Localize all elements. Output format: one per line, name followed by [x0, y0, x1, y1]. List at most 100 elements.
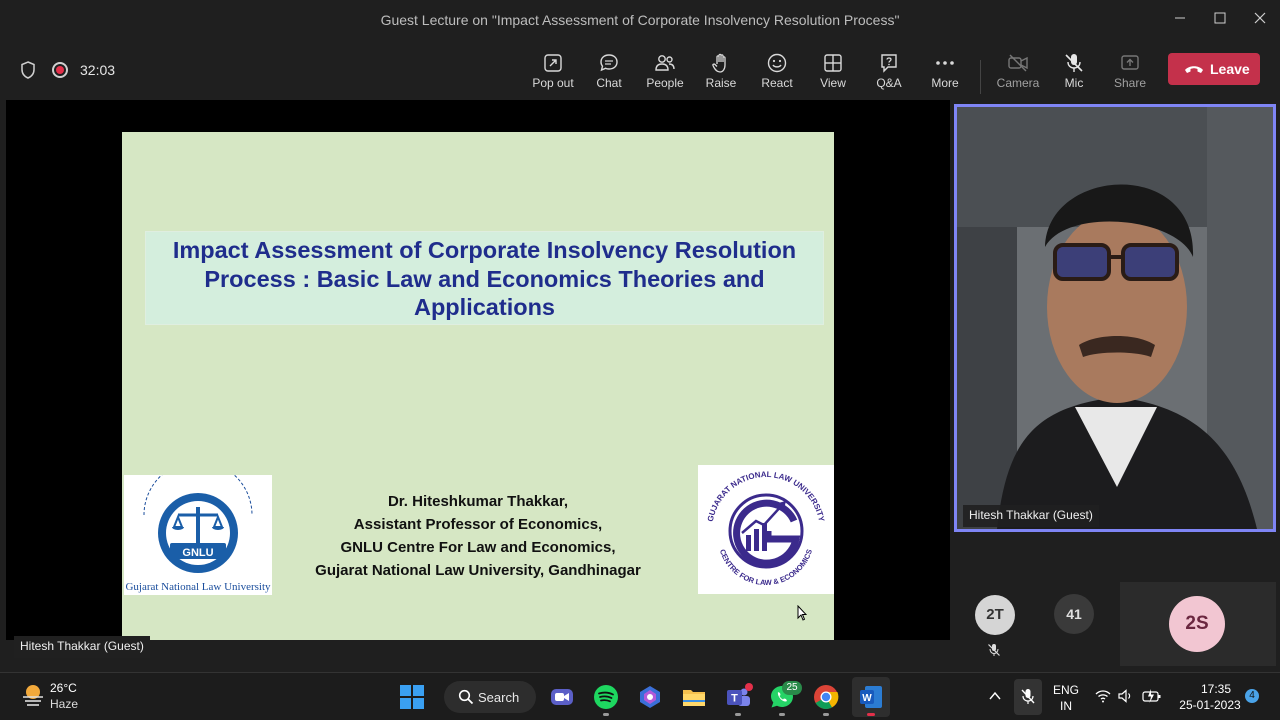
share-button[interactable]: Share [1102, 48, 1158, 94]
gnlu-acronym: GNLU [182, 547, 213, 559]
minimize-icon[interactable] [1168, 8, 1192, 32]
battery-charging-icon[interactable] [1142, 688, 1162, 704]
share-label: Share [1113, 76, 1147, 90]
people-label: People [646, 76, 684, 90]
haze-sun-icon [23, 685, 43, 706]
title-bar: Guest Lecture on "Impact Assessment of C… [0, 0, 1280, 40]
gnlu-logo: GNLU Gujarat National Law University [124, 460, 272, 595]
search-label: Search [478, 690, 520, 705]
slide-title-line: Process : Basic Law and Economics Theori… [204, 265, 765, 292]
wifi-icon[interactable] [1095, 689, 1111, 703]
windows-taskbar: 26°C Haze Search T 25 W ENG IN 17:35 25-… [0, 672, 1280, 720]
notification-count-badge[interactable]: 4 [1245, 689, 1259, 703]
shield-icon [21, 61, 35, 79]
react-button[interactable]: React [749, 48, 805, 94]
whatsapp-unread-badge: 25 [782, 681, 802, 695]
chrome-icon[interactable] [813, 684, 839, 710]
running-indicator [867, 713, 875, 716]
pop-out-label: Pop out [532, 76, 574, 90]
more-icon [936, 61, 954, 65]
camera-off-icon [1008, 54, 1028, 72]
copilot-icon[interactable] [637, 684, 663, 710]
file-explorer-icon[interactable] [681, 684, 707, 710]
slide-title-line: Applications [413, 294, 555, 320]
slide-title: Impact Assessment of Corporate Insolvenc… [146, 236, 823, 322]
pop-out-button[interactable]: Pop out [525, 48, 581, 94]
raise-label: Raise [705, 76, 737, 90]
participant-video-feed [957, 107, 1273, 529]
mic-button[interactable]: Mic [1046, 48, 1102, 94]
more-button[interactable]: More [917, 48, 973, 94]
mic-label: Mic [1064, 76, 1084, 90]
author-line: Dr. Hiteshkumar Thakkar, [387, 493, 569, 510]
language-region: IN [1060, 699, 1072, 713]
pop-out-icon [544, 54, 562, 72]
participant-name-tag: Hitesh Thakkar (Guest) [963, 505, 1099, 527]
close-icon[interactable] [1248, 8, 1272, 32]
author-line: Assistant Professor of Economics, [353, 516, 603, 533]
clock-date: 25-01-2023 [1179, 698, 1241, 712]
spotify-icon[interactable] [593, 684, 619, 710]
taskbar-search[interactable]: Search [444, 681, 536, 713]
word-icon[interactable]: W [858, 684, 884, 710]
hand-icon [712, 53, 726, 73]
mic-muted-icon [988, 644, 1000, 656]
running-indicator [603, 713, 609, 716]
view-button[interactable]: View [805, 48, 861, 94]
mic-off-icon [1065, 54, 1083, 72]
search-icon [458, 689, 474, 705]
meet-camera-icon[interactable] [549, 684, 575, 710]
language-code[interactable]: ENG [1052, 683, 1080, 697]
smiley-icon [767, 53, 787, 73]
view-label: View [820, 76, 846, 90]
speaker-icon[interactable] [1118, 689, 1134, 703]
weather-condition: Haze [50, 697, 79, 711]
raise-hand-button[interactable]: Raise [693, 48, 749, 94]
leave-button[interactable]: Leave [1168, 53, 1260, 85]
running-indicator [823, 713, 829, 716]
weather-temperature: 26°C [50, 681, 77, 695]
qa-button[interactable]: Q&A [861, 48, 917, 94]
teams-notification-dot [745, 683, 753, 691]
mic-muted-tray-icon[interactable] [1020, 688, 1036, 706]
participant-avatar[interactable]: 2T [975, 595, 1015, 635]
share-icon [1121, 55, 1139, 70]
running-indicator [735, 713, 741, 716]
phone-hangup-icon [1185, 66, 1203, 73]
chat-button[interactable]: Chat [581, 48, 637, 94]
slide-author-block: Dr. Hiteshkumar Thakkar, Assistant Profe… [272, 490, 684, 582]
gnlu-emblem-icon: GNLU [143, 460, 253, 573]
gnlu-logo-caption: Gujarat National Law University [125, 581, 271, 593]
windows-start-icon[interactable] [399, 684, 425, 710]
author-line: Gujarat National Law University, Gandhin… [315, 562, 641, 579]
people-icon [655, 55, 675, 71]
chat-label: Chat [596, 76, 622, 90]
slide-title-box: Impact Assessment of Corporate Insolvenc… [146, 232, 823, 324]
window-title: Guest Lecture on "Impact Assessment of C… [380, 12, 900, 28]
meeting-toolbar: 32:03 Pop out Chat People Raise React Vi… [0, 40, 1280, 100]
leave-label: Leave [1210, 61, 1250, 77]
meeting-timer: 32:03 [80, 62, 116, 78]
react-label: React [761, 76, 793, 90]
people-button[interactable]: People [637, 48, 693, 94]
chevron-up-icon[interactable] [989, 691, 1001, 701]
presentation-slide: Impact Assessment of Corporate Insolvenc… [122, 132, 834, 640]
slide-title-line: Impact Assessment of Corporate Insolvenc… [172, 237, 797, 263]
toolbar-separator [980, 60, 981, 94]
svg-text:W: W [862, 693, 872, 704]
centre-law-economics-logo: GUJARAT NATIONAL LAW UNIVERSITY CENTRE F… [698, 465, 834, 594]
presenter-name-tag: Hitesh Thakkar (Guest) [14, 636, 150, 658]
centre-emblem-icon: GUJARAT NATIONAL LAW UNIVERSITY CENTRE F… [706, 470, 826, 587]
more-label: More [931, 76, 959, 90]
chat-icon [600, 54, 618, 72]
qa-label: Q&A [876, 76, 902, 90]
weather-widget[interactable]: 26°C Haze [20, 681, 78, 712]
running-indicator [779, 713, 785, 716]
overflow-participants-count[interactable]: 41 [1054, 594, 1094, 634]
clock-time[interactable]: 17:35 [1196, 682, 1236, 696]
participant-avatar[interactable]: 2S [1169, 596, 1225, 652]
camera-button[interactable]: Camera [990, 48, 1046, 94]
maximize-icon[interactable] [1208, 8, 1232, 32]
recording-icon [52, 62, 68, 78]
participant-video-tile[interactable]: Hitesh Thakkar (Guest) [954, 104, 1276, 532]
